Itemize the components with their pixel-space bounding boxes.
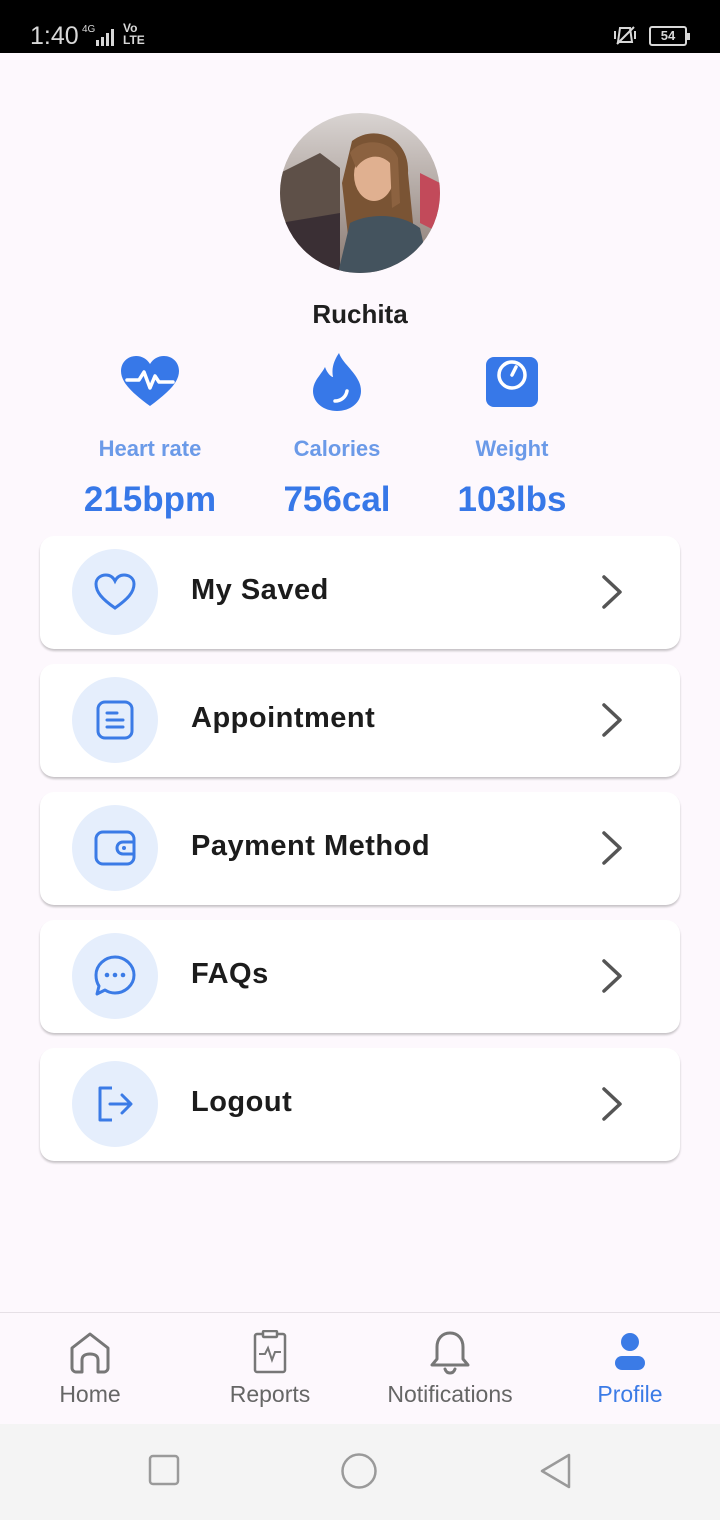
stat-label: Calories (293, 436, 381, 461)
bell-icon (430, 1331, 470, 1375)
nav-label: Home (59, 1381, 121, 1407)
stat-value: 103lbs (457, 480, 567, 519)
chevron-right-icon (602, 703, 622, 737)
menu-item-payment-method[interactable]: Payment Method (40, 792, 680, 905)
stat-weight: Weight 103lbs (412, 350, 612, 520)
avatar-photo (280, 113, 440, 273)
person-icon (615, 1333, 645, 1370)
menu-item-appointment[interactable]: Appointment (40, 664, 680, 777)
stat-value: 215bpm (83, 480, 217, 519)
nav-notifications[interactable]: Notifications (360, 1313, 540, 1425)
scale-icon (486, 357, 538, 407)
nav-label: Reports (229, 1381, 311, 1407)
back-button-icon[interactable] (538, 1452, 574, 1490)
profile-name: Ruchita (312, 299, 408, 329)
stat-calories: Calories 756cal (237, 350, 437, 520)
avatar[interactable] (280, 113, 440, 273)
heart-pulse-icon (121, 356, 179, 406)
volte-indicator: Vo LTE (123, 21, 145, 47)
system-nav-bar (0, 1424, 720, 1520)
nav-profile[interactable]: Profile (540, 1313, 720, 1425)
vibrate-icon (614, 26, 636, 45)
nav-home[interactable]: Home (0, 1313, 180, 1425)
stat-value: 756cal (283, 480, 391, 519)
document-icon (96, 700, 134, 740)
menu-label: Payment Method (191, 830, 431, 862)
status-time: 1:40 (30, 22, 79, 50)
menu-item-logout[interactable]: Logout (40, 1048, 680, 1161)
chevron-right-icon (602, 575, 622, 609)
chevron-right-icon (602, 1087, 622, 1121)
heart-icon (94, 573, 136, 610)
nav-label: Profile (597, 1381, 663, 1407)
home-button-icon[interactable] (340, 1452, 378, 1490)
network-type: 4G (82, 24, 96, 35)
menu-item-my-saved[interactable]: My Saved (40, 536, 680, 649)
chevron-right-icon (602, 831, 622, 865)
signal-icon (96, 29, 114, 46)
menu-item-faqs[interactable]: FAQs (40, 920, 680, 1033)
chat-icon (94, 955, 136, 996)
nav-label: Notifications (387, 1381, 513, 1407)
recents-button-icon[interactable] (148, 1454, 180, 1486)
bottom-nav: Home Reports Notifications Profile (0, 1312, 720, 1424)
battery-indicator: 54 (649, 26, 690, 46)
status-bar: 1:40 4G Vo LTE 54 (0, 0, 720, 53)
logout-icon (98, 1086, 133, 1122)
stat-label: Heart rate (98, 436, 202, 461)
nav-reports[interactable]: Reports (180, 1313, 360, 1425)
menu-label: Logout (191, 1086, 293, 1118)
home-icon (70, 1332, 110, 1374)
chevron-right-icon (602, 959, 622, 993)
stat-label: Weight (475, 436, 549, 461)
flame-icon (313, 353, 361, 411)
menu-label: Appointment (191, 702, 376, 734)
report-icon (253, 1330, 287, 1374)
stat-heart-rate: Heart rate 215bpm (50, 350, 250, 520)
menu-label: FAQs (191, 958, 269, 990)
wallet-icon (94, 830, 136, 866)
menu-label: My Saved (191, 574, 329, 606)
